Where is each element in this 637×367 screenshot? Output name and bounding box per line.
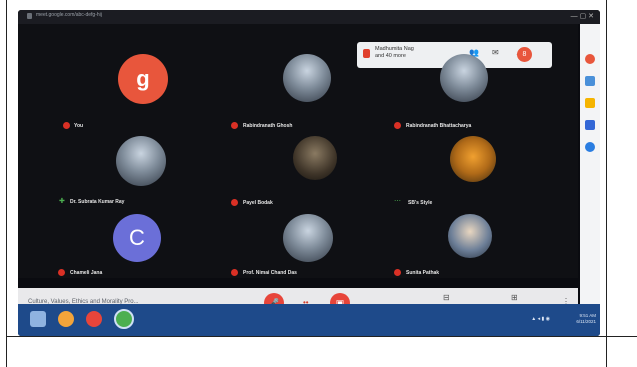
avatar bbox=[440, 54, 488, 102]
avatar bbox=[450, 136, 496, 182]
lock-icon bbox=[27, 13, 32, 19]
tasks-icon[interactable] bbox=[585, 120, 595, 130]
clock[interactable]: 9:51 AM 6/11/2021 bbox=[576, 313, 596, 325]
avatar bbox=[448, 214, 492, 258]
start-icon[interactable] bbox=[30, 311, 46, 327]
participant-name: Sunita Pathak bbox=[406, 270, 440, 276]
mic-off-icon bbox=[63, 122, 70, 129]
participant-name: Dr. Subrata Kumar Ray bbox=[70, 199, 125, 205]
profile-icon[interactable] bbox=[585, 54, 595, 64]
browser-address-bar[interactable]: meet.google.com/abc-defg-hij — ▢ ✕ bbox=[18, 10, 600, 24]
avatar: C bbox=[113, 214, 161, 262]
captions-icon[interactable]: ⊟ bbox=[443, 293, 450, 302]
table-border-right bbox=[606, 0, 607, 367]
participant-tile[interactable]: ✚ Dr. Subrata Kumar Ray bbox=[38, 136, 188, 206]
participant-tile[interactable]: Payel Bodak bbox=[223, 136, 373, 206]
mic-off-icon bbox=[58, 269, 65, 276]
participant-tile[interactable]: Prof. Nimai Chand Das bbox=[223, 214, 373, 284]
browser-side-panel bbox=[580, 24, 600, 304]
participant-tile[interactable]: Sunita Pathak bbox=[388, 214, 538, 284]
meet-grid: Madhumita Nag and 40 more 👥 ✉ ▲ 8 g You … bbox=[18, 24, 578, 318]
participant-tile[interactable]: Rabindranath Bhattacharya bbox=[388, 54, 538, 129]
media-app-icon[interactable] bbox=[86, 311, 102, 327]
avatar bbox=[283, 214, 333, 262]
mic-off-icon bbox=[394, 269, 401, 276]
url-text[interactable]: meet.google.com/abc-defg-hij bbox=[36, 12, 102, 18]
mic-off-icon bbox=[231, 122, 238, 129]
participant-name: Rabindranath Bhattacharya bbox=[406, 123, 472, 129]
avatar bbox=[283, 54, 331, 102]
mic-off-icon bbox=[231, 269, 238, 276]
participant-tile[interactable]: C Chameli Jana bbox=[38, 214, 188, 284]
avatar bbox=[293, 136, 337, 180]
participant-name: SB's Style bbox=[408, 200, 433, 206]
calendar-icon[interactable] bbox=[585, 76, 595, 86]
table-border-bottom bbox=[6, 336, 637, 337]
presenter-name: Madhumita Nag bbox=[375, 46, 414, 52]
window-controls[interactable]: — ▢ ✕ bbox=[571, 12, 594, 20]
chrome-icon[interactable] bbox=[114, 309, 134, 329]
system-tray[interactable]: ▲ ◂ ▮ ◉ bbox=[531, 316, 550, 322]
windows-taskbar: ▲ ◂ ▮ ◉ 9:51 AM 6/11/2021 bbox=[18, 304, 600, 336]
present-icon[interactable]: ⊞ bbox=[511, 293, 518, 302]
mic-on-icon: ⋯ bbox=[394, 198, 401, 205]
clock-date: 6/11/2021 bbox=[576, 319, 596, 324]
browser-app-icon[interactable] bbox=[58, 311, 74, 327]
participant-tile[interactable]: Rabindranath Ghosh bbox=[223, 54, 373, 129]
participant-name: Rabindranath Ghosh bbox=[243, 123, 293, 129]
screen-frame: meet.google.com/abc-defg-hij — ▢ ✕ Madhu… bbox=[18, 10, 600, 336]
mic-off-icon bbox=[394, 122, 401, 129]
participant-name: Payel Bodak bbox=[243, 200, 273, 206]
contacts-icon[interactable] bbox=[585, 142, 595, 152]
participant-name: Chameli Jana bbox=[70, 270, 103, 276]
participant-tile[interactable]: ⋯ SB's Style bbox=[388, 136, 538, 206]
keep-icon[interactable] bbox=[585, 98, 595, 108]
participant-name: Prof. Nimai Chand Das bbox=[243, 270, 297, 276]
participant-name: You bbox=[74, 123, 84, 129]
mic-on-icon: ✚ bbox=[59, 198, 65, 205]
mic-off-icon bbox=[231, 199, 238, 206]
avatar: g bbox=[118, 54, 168, 104]
table-border-left bbox=[6, 0, 7, 367]
participant-tile[interactable]: g You bbox=[38, 54, 188, 129]
avatar bbox=[116, 136, 166, 186]
